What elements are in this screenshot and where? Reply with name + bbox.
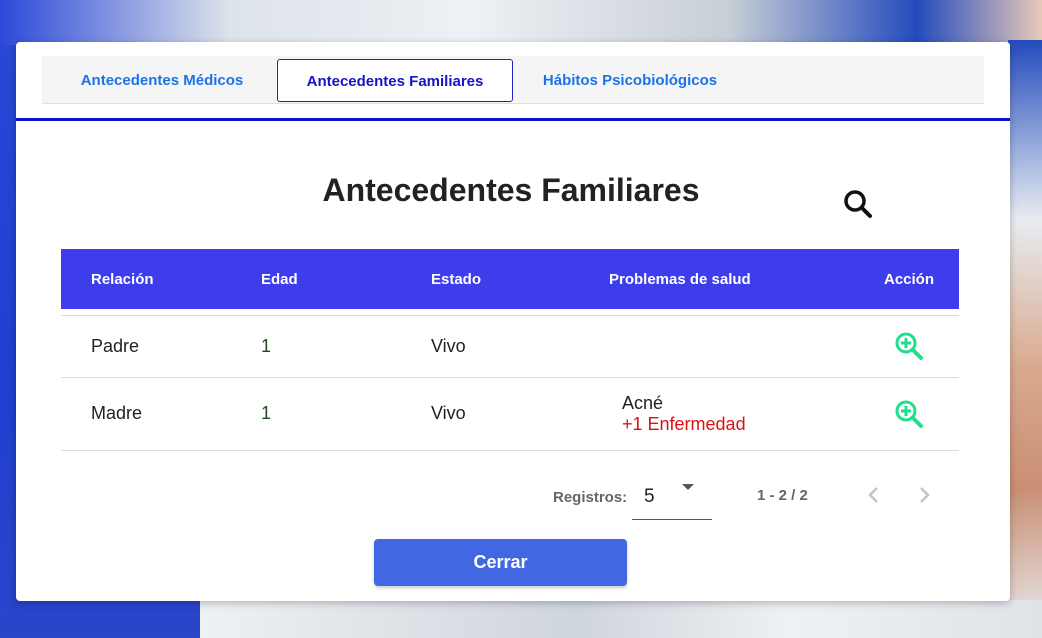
table-row: Madre 1 Vivo Acné +1 Enfermedad	[61, 377, 959, 450]
background-right	[1008, 40, 1042, 638]
background-top	[0, 0, 1042, 45]
cell-relacion: Padre	[91, 335, 140, 356]
tab-antecedentes-familiares[interactable]: Antecedentes Familiares	[277, 59, 513, 102]
extra-diseases-link[interactable]: +1 Enfermedad	[622, 414, 859, 435]
cell-relacion: Madre	[91, 403, 143, 423]
column-header-problemas: Problemas de salud	[609, 270, 751, 288]
column-header-edad: Edad	[261, 270, 298, 288]
cell-estado: Vivo	[431, 403, 466, 423]
table-row: Padre 1 Vivo	[61, 315, 959, 377]
background-bottom	[200, 600, 1042, 638]
column-header-relacion: Relación	[91, 270, 154, 288]
page-size-value: 5	[644, 486, 655, 507]
close-button[interactable]: Cerrar	[374, 539, 627, 586]
tab-bar: Antecedentes Médicos Antecedentes Famili…	[42, 56, 984, 104]
family-history-modal: Antecedentes Médicos Antecedentes Famili…	[16, 42, 1010, 601]
zoom-in-icon[interactable]	[894, 331, 924, 361]
table-header-row: Relación Edad Estado Problemas de salud …	[61, 249, 959, 309]
cell-problemas	[571, 315, 859, 377]
tab-antecedentes-medicos[interactable]: Antecedentes Médicos	[62, 59, 262, 102]
family-history-table: Relación Edad Estado Problemas de salud …	[61, 249, 959, 451]
cell-estado: Vivo	[431, 335, 466, 356]
cell-problemas: Acné +1 Enfermedad	[571, 377, 859, 450]
column-header-estado: Estado	[431, 270, 482, 288]
search-icon[interactable]	[842, 188, 874, 220]
tab-habitos-psicobiologicos[interactable]: Hábitos Psicobiológicos	[530, 59, 730, 102]
chevron-left-icon[interactable]	[862, 483, 886, 507]
chevron-down-icon	[682, 484, 694, 490]
page-title: Antecedentes Familiares	[322, 172, 700, 208]
page-size-select[interactable]: 5	[632, 479, 712, 520]
page-size-label: Registros:	[553, 489, 628, 506]
cell-edad: 1	[261, 403, 272, 423]
column-header-accion: Acción	[883, 270, 934, 288]
chevron-right-icon[interactable]	[912, 483, 936, 507]
cell-edad: 1	[261, 335, 272, 356]
zoom-in-icon[interactable]	[894, 399, 924, 429]
problem-text: Acné	[622, 392, 664, 413]
cell-accion	[859, 377, 959, 450]
pagination-range: 1 - 2 / 2	[757, 487, 808, 504]
tab-divider	[16, 118, 1010, 121]
cell-accion	[859, 315, 959, 377]
